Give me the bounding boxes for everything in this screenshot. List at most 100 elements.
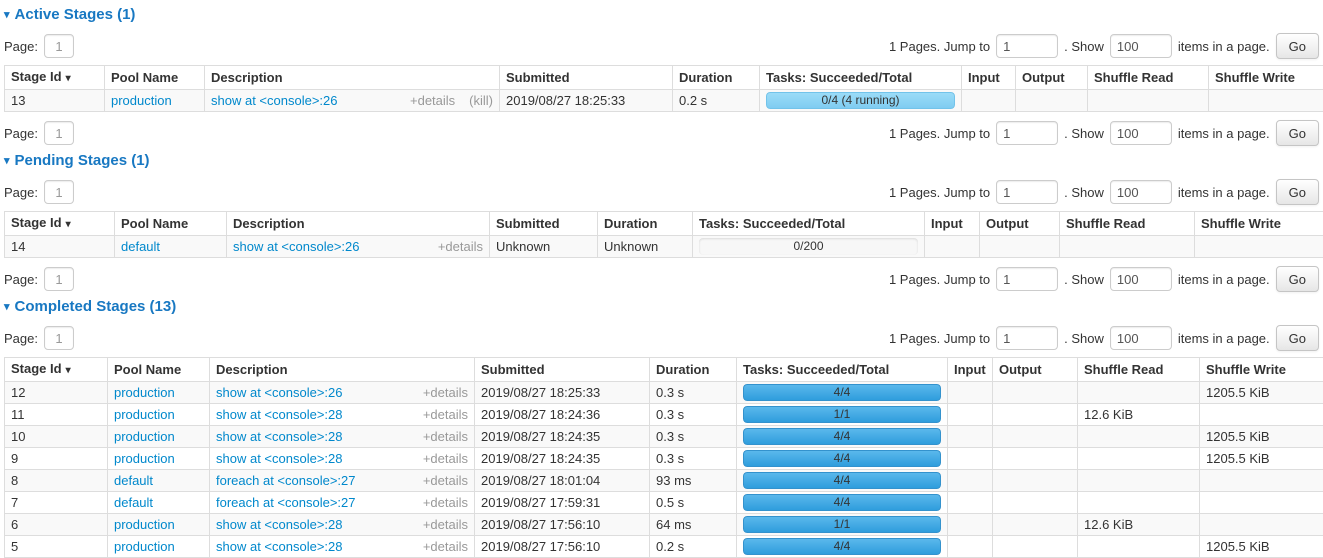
show-count-input[interactable] xyxy=(1110,180,1172,204)
column-header-tasks-succeeded-total[interactable]: Tasks: Succeeded/Total xyxy=(737,358,948,382)
pool-name-link[interactable]: production xyxy=(114,517,175,532)
pool-name-link[interactable]: production xyxy=(111,93,172,108)
column-header-output[interactable]: Output xyxy=(1016,66,1088,90)
description-link[interactable]: show at <console>:26 xyxy=(233,239,359,254)
jump-to-input[interactable] xyxy=(996,267,1058,291)
details-link[interactable]: +details xyxy=(438,239,483,254)
show-count-input[interactable] xyxy=(1110,34,1172,58)
column-header-description[interactable]: Description xyxy=(205,66,500,90)
details-link[interactable]: +details xyxy=(410,93,455,108)
column-header-output[interactable]: Output xyxy=(993,358,1078,382)
column-header-stage-id[interactable]: Stage Id▾ xyxy=(5,66,105,90)
task-progress: 0/4 (4 running) xyxy=(766,92,955,109)
show-count-input[interactable] xyxy=(1110,121,1172,145)
column-header-pool-name[interactable]: Pool Name xyxy=(108,358,210,382)
description-link[interactable]: foreach at <console>:27 xyxy=(216,473,356,488)
shuffle-write-cell xyxy=(1209,90,1323,112)
column-header-duration[interactable]: Duration xyxy=(673,66,760,90)
output-cell xyxy=(993,536,1078,558)
column-header-duration[interactable]: Duration xyxy=(650,358,737,382)
description-link[interactable]: show at <console>:28 xyxy=(216,517,342,532)
jump-to-input[interactable] xyxy=(996,326,1058,350)
details-link[interactable]: +details xyxy=(423,385,468,400)
details-link[interactable]: +details xyxy=(423,407,468,422)
jump-to-input[interactable] xyxy=(996,121,1058,145)
details-link[interactable]: +details xyxy=(423,429,468,444)
column-header-description[interactable]: Description xyxy=(227,212,490,236)
page-control: Page: xyxy=(4,180,74,204)
column-header-label: Tasks: Succeeded/Total xyxy=(743,362,889,377)
jump-controls: 1 Pages. Jump to. Showitems in a page.Go xyxy=(889,120,1319,146)
column-header-stage-id[interactable]: Stage Id▾ xyxy=(5,358,108,382)
pool-name-link[interactable]: default xyxy=(121,239,160,254)
column-header-tasks-succeeded-total[interactable]: Tasks: Succeeded/Total xyxy=(760,66,962,90)
pool-name-link[interactable]: default xyxy=(114,495,153,510)
description-link[interactable]: show at <console>:28 xyxy=(216,539,342,554)
column-header-shuffle-read[interactable]: Shuffle Read xyxy=(1088,66,1209,90)
progress-label: 4/4 xyxy=(743,494,941,511)
column-header-submitted[interactable]: Submitted xyxy=(490,212,598,236)
column-header-tasks-succeeded-total[interactable]: Tasks: Succeeded/Total xyxy=(693,212,925,236)
pool-cell: production xyxy=(108,382,210,404)
show-count-input[interactable] xyxy=(1110,326,1172,350)
page-number-input[interactable] xyxy=(44,34,74,58)
column-header-shuffle-write[interactable]: Shuffle Write xyxy=(1195,212,1323,236)
column-header-duration[interactable]: Duration xyxy=(598,212,693,236)
description-link[interactable]: foreach at <console>:27 xyxy=(216,495,356,510)
completed-stages-section: ▾Completed Stages (13)Page:1 Pages. Jump… xyxy=(4,298,1319,558)
details-link[interactable]: +details xyxy=(423,517,468,532)
column-header-label: Stage Id xyxy=(11,69,62,84)
go-button[interactable]: Go xyxy=(1276,266,1319,292)
jump-to-input[interactable] xyxy=(996,180,1058,204)
column-header-shuffle-write[interactable]: Shuffle Write xyxy=(1200,358,1323,382)
details-link[interactable]: +details xyxy=(423,539,468,554)
column-header-shuffle-read[interactable]: Shuffle Read xyxy=(1060,212,1195,236)
go-button[interactable]: Go xyxy=(1276,33,1319,59)
section-header-active[interactable]: ▾Active Stages (1) xyxy=(4,6,1319,25)
pool-name-link[interactable]: production xyxy=(114,539,175,554)
section-header-pending[interactable]: ▾Pending Stages (1) xyxy=(4,152,1319,171)
section-header-completed[interactable]: ▾Completed Stages (13) xyxy=(4,298,1319,317)
go-button[interactable]: Go xyxy=(1276,325,1319,351)
go-button[interactable]: Go xyxy=(1276,179,1319,205)
column-header-submitted[interactable]: Submitted xyxy=(475,358,650,382)
column-header-pool-name[interactable]: Pool Name xyxy=(105,66,205,90)
column-header-submitted[interactable]: Submitted xyxy=(500,66,673,90)
kill-link[interactable]: (kill) xyxy=(469,93,493,108)
page-number-input[interactable] xyxy=(44,326,74,350)
page-number-input[interactable] xyxy=(44,267,74,291)
show-count-input[interactable] xyxy=(1110,267,1172,291)
pool-name-link[interactable]: production xyxy=(114,385,175,400)
description-cell: show at <console>:28 +details xyxy=(210,404,475,426)
details-link[interactable]: +details xyxy=(423,495,468,510)
go-button[interactable]: Go xyxy=(1276,120,1319,146)
column-header-output[interactable]: Output xyxy=(980,212,1060,236)
description-cell: show at <console>:28 +details xyxy=(210,426,475,448)
description-link[interactable]: show at <console>:28 xyxy=(216,429,342,444)
pool-name-link[interactable]: production xyxy=(114,451,175,466)
pool-name-link[interactable]: production xyxy=(114,429,175,444)
page-number-input[interactable] xyxy=(44,121,74,145)
details-link[interactable]: +details xyxy=(423,451,468,466)
items-per-page-label: items in a page. xyxy=(1178,126,1270,141)
column-header-input[interactable]: Input xyxy=(962,66,1016,90)
pool-name-link[interactable]: default xyxy=(114,473,153,488)
column-header-input[interactable]: Input xyxy=(925,212,980,236)
pool-name-link[interactable]: production xyxy=(114,407,175,422)
pool-cell: default xyxy=(108,470,210,492)
column-header-pool-name[interactable]: Pool Name xyxy=(115,212,227,236)
column-header-stage-id[interactable]: Stage Id▾ xyxy=(5,212,115,236)
jump-to-input[interactable] xyxy=(996,34,1058,58)
column-header-shuffle-write[interactable]: Shuffle Write xyxy=(1209,66,1323,90)
page-number-input[interactable] xyxy=(44,180,74,204)
details-link[interactable]: +details xyxy=(423,473,468,488)
column-header-description[interactable]: Description xyxy=(210,358,475,382)
description-link[interactable]: show at <console>:28 xyxy=(216,407,342,422)
column-header-input[interactable]: Input xyxy=(948,358,993,382)
pending-stages-section: ▾Pending Stages (1)Page:1 Pages. Jump to… xyxy=(4,152,1319,292)
description-link[interactable]: show at <console>:26 xyxy=(216,385,342,400)
description-link[interactable]: show at <console>:28 xyxy=(216,451,342,466)
description-cell: show at <console>:26 +details (kill) xyxy=(205,90,500,112)
description-link[interactable]: show at <console>:26 xyxy=(211,93,337,108)
column-header-shuffle-read[interactable]: Shuffle Read xyxy=(1078,358,1200,382)
